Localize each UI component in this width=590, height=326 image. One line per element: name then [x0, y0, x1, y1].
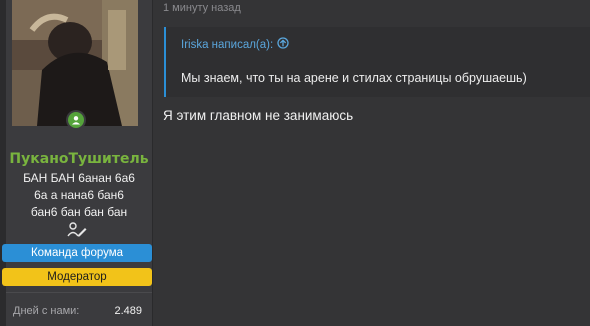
stats-divider — [6, 292, 152, 293]
user-online-icon — [68, 112, 84, 128]
user-title-line: 6а а нана6 бан6 — [34, 188, 124, 202]
avatar[interactable] — [12, 0, 138, 126]
days-with-us-value: 2.489 — [114, 305, 142, 317]
user-title-line: бан6 бан бан бан — [30, 205, 128, 219]
days-with-us-label: Дней с нами: — [13, 305, 80, 317]
avatar-image — [12, 0, 138, 126]
quote-author[interactable]: Iriska написал(а): — [181, 39, 273, 51]
post-timestamp[interactable]: 1 минуту назад — [163, 2, 241, 14]
username-link[interactable]: ПуканоТушитель — [6, 151, 152, 167]
post-text: Я этим главном не занимаюсь — [163, 108, 354, 123]
author-sidebar: ПуканоТушитель БАН БАН 6анан 6а6 6а а на… — [2, 0, 153, 326]
user-edit-icon — [67, 222, 87, 242]
quote-text: Мы знаем, что ты на арене и стилах стран… — [181, 71, 527, 85]
quote-header[interactable]: Iriska написал(а): — [181, 37, 289, 52]
team-banner: Команда форума — [2, 244, 152, 262]
quote-block: Iriska написал(а): Мы знаем, что ты на а… — [164, 27, 590, 97]
moderator-banner: Модератор — [2, 268, 152, 286]
user-title-line: БАН БАН 6анан 6а6 — [23, 171, 135, 185]
arrow-up-circle-icon[interactable] — [277, 37, 289, 52]
user-title: БАН БАН 6анан 6а6 6а а нана6 бан6 бан6 б… — [6, 170, 152, 221]
